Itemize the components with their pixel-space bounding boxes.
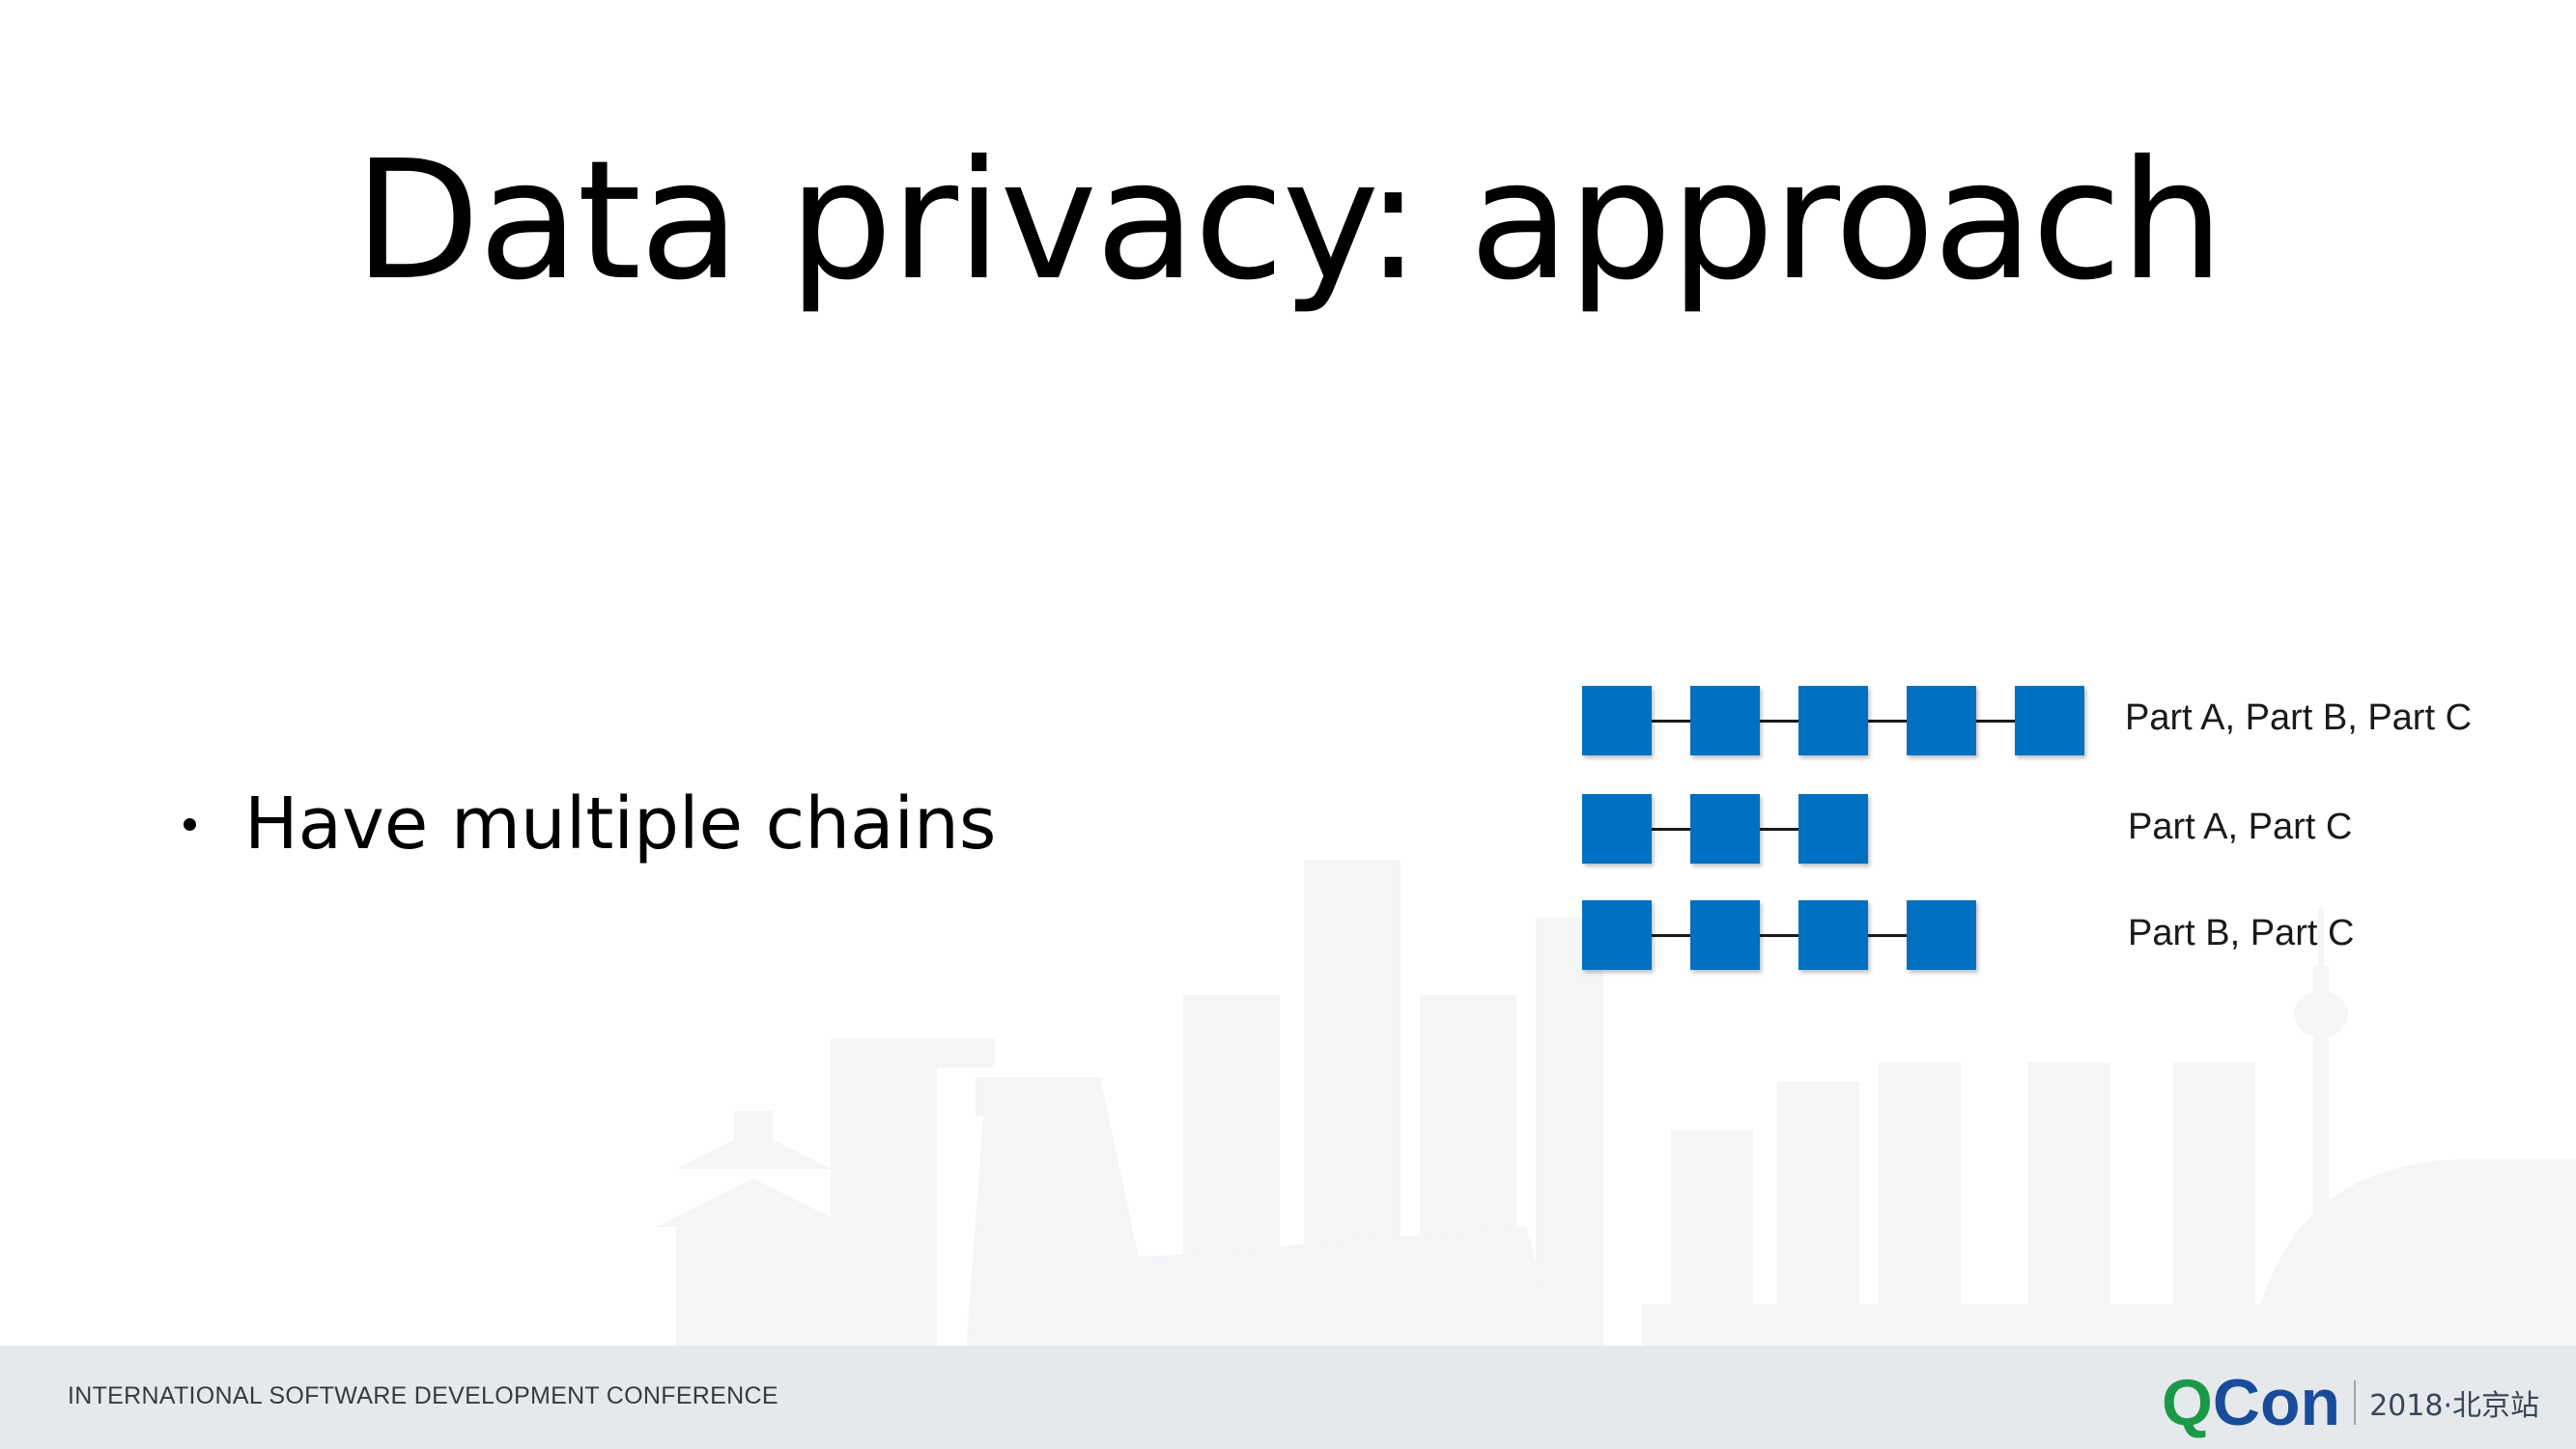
- chain-label-2: Part A, Part C: [2128, 807, 2353, 847]
- chain-block: [1582, 794, 1652, 864]
- logo-con: Con: [2212, 1366, 2341, 1439]
- chain-block: [1798, 686, 1868, 755]
- logo-divider: [2354, 1380, 2357, 1425]
- slide-title: Data privacy: approach: [354, 126, 2223, 317]
- chain-block: [1582, 686, 1652, 755]
- logo-edition: 2018·北京站: [2369, 1389, 2539, 1423]
- chain-block: [2015, 686, 2084, 755]
- chain-block: [1690, 686, 1760, 755]
- chain-block: [1582, 900, 1652, 970]
- bullet-dot-icon: [184, 817, 196, 831]
- bullet-item: Have multiple chains: [184, 782, 996, 866]
- conference-name: INTERNATIONAL SOFTWARE DEVELOPMENT CONFE…: [68, 1382, 778, 1409]
- chain-label-3: Part B, Part C: [2128, 913, 2355, 953]
- bullet-text: Have multiple chains: [244, 782, 997, 866]
- chain-block: [1798, 900, 1868, 970]
- chain-label-1: Part A, Part B, Part C: [2125, 697, 2473, 738]
- chain-block: [1907, 900, 1976, 970]
- logo-q: Q: [2162, 1366, 2213, 1439]
- chain-block: [1690, 900, 1760, 970]
- qcon-logo: Q Con 2018·北京站: [2162, 1365, 2539, 1440]
- chain-block: [1907, 686, 1976, 755]
- footer-bar: INTERNATIONAL SOFTWARE DEVELOPMENT CONFE…: [0, 1346, 2576, 1449]
- chain-block: [1690, 794, 1760, 864]
- chain-block: [1798, 794, 1868, 864]
